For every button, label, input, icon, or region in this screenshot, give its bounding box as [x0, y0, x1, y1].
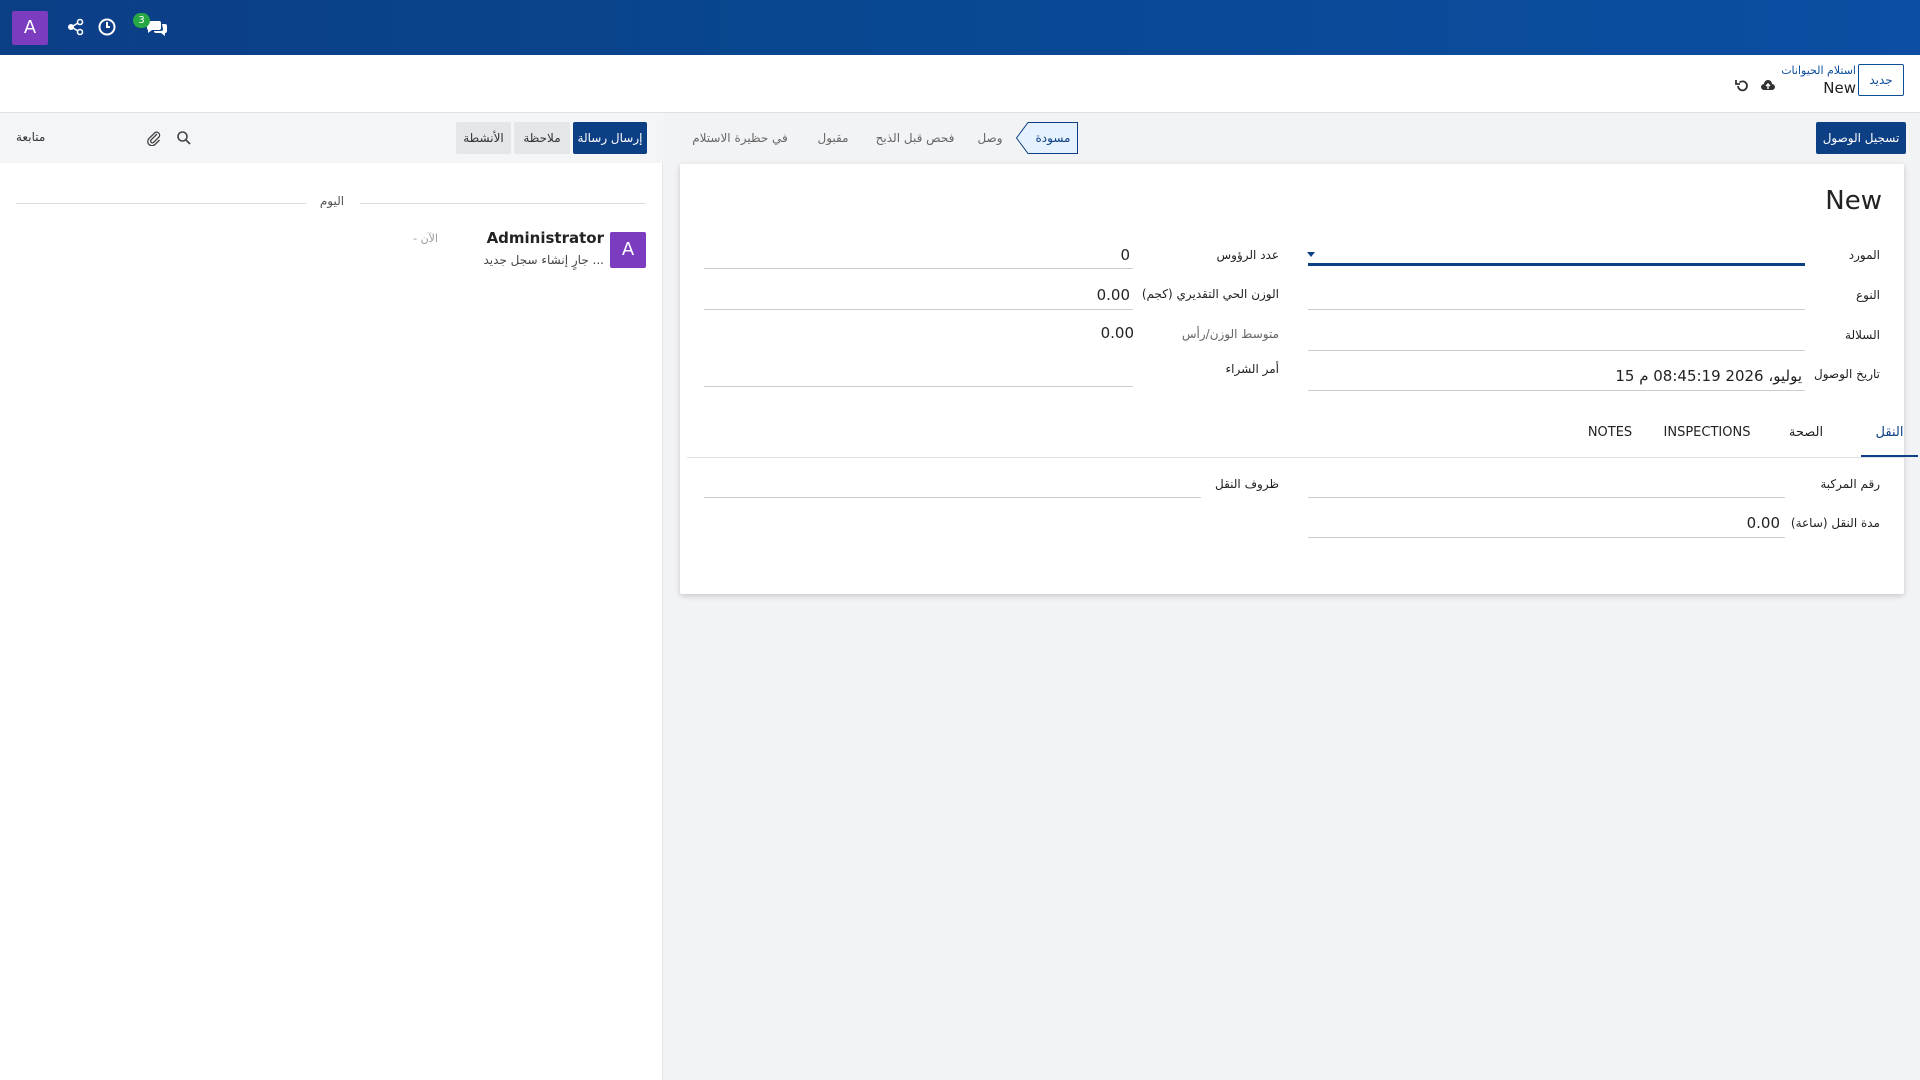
head-count-label: عدد الرؤوس	[1216, 248, 1279, 262]
chat-badge: 3	[133, 13, 150, 28]
status-bar: مسودة وصل فحص قبل الذبح مقبول في حظيرة ا…	[680, 122, 1078, 154]
purchase-order-label: أمر الشراء	[1225, 362, 1280, 376]
date-separator-line	[16, 203, 306, 204]
message-body: جارٍ إنشاء سجل جديد ...	[483, 253, 605, 267]
control-panel: جديد استلام الحيوانات New	[0, 55, 1920, 113]
breadcrumb-parent[interactable]: استلام الحيوانات	[1781, 64, 1856, 77]
clock-icon[interactable]	[97, 17, 117, 37]
live-weight-field[interactable]	[704, 309, 1133, 310]
live-weight-label: الوزن الحي التقديري (كجم)	[1141, 287, 1279, 301]
transport-duration-field[interactable]	[1308, 537, 1785, 538]
record-title: New	[1825, 186, 1882, 216]
tabs-divider	[687, 457, 1904, 458]
cloud-upload-icon[interactable]	[1760, 78, 1776, 94]
new-button[interactable]: جديد	[1858, 64, 1904, 96]
status-pre-slaughter[interactable]: فحص قبل الذبح	[870, 122, 960, 154]
message-author[interactable]: Administrator	[487, 229, 604, 247]
supplier-label: المورد	[1848, 248, 1880, 262]
purchase-order-field[interactable]	[704, 386, 1133, 387]
status-accepted[interactable]: مقبول	[808, 122, 858, 154]
arrival-date-label: تاريخ الوصول	[1814, 367, 1880, 381]
tab-health[interactable]: الصحة	[1781, 425, 1831, 440]
form-area: تسجيل الوصول مسودة وصل فحص قبل الذبح مقب…	[663, 113, 1920, 1080]
chatter-panel: إرسال رسالة ملاحظة الأنشطة متابعة اليوم …	[0, 113, 663, 1080]
paperclip-icon[interactable]	[146, 130, 162, 146]
breed-field[interactable]	[1308, 350, 1805, 351]
message-time: - الآن	[413, 232, 438, 245]
breed-label: السلالة	[1845, 328, 1880, 342]
tab-transport[interactable]: النقل	[1861, 425, 1918, 440]
form-sheet: New المورد النوع السلالة تاريخ الوصول 15…	[680, 164, 1918, 594]
date-separator-line	[360, 203, 646, 204]
status-arrived[interactable]: وصل	[970, 122, 1010, 154]
undo-icon[interactable]	[1734, 78, 1750, 94]
transport-conditions-label: ظروف النقل	[1215, 477, 1279, 491]
live-weight-value[interactable]: 0.00	[1097, 286, 1130, 304]
register-arrival-button[interactable]: تسجيل الوصول	[1816, 122, 1906, 154]
vehicle-number-label: رقم المركبة	[1820, 477, 1880, 491]
send-message-button[interactable]: إرسال رسالة	[573, 122, 647, 154]
chatter-toolbar: إرسال رسالة ملاحظة الأنشطة متابعة	[0, 113, 663, 163]
date-separator: اليوم	[319, 194, 345, 208]
type-label: النوع	[1856, 288, 1880, 302]
search-icon[interactable]	[176, 130, 192, 146]
log-note-button[interactable]: ملاحظة	[514, 122, 570, 154]
top-navbar: A 3	[0, 0, 1920, 55]
vehicle-number-field[interactable]	[1308, 497, 1785, 498]
user-avatar[interactable]: A	[12, 11, 48, 45]
activities-button[interactable]: الأنشطة	[456, 122, 511, 154]
arrival-date-field[interactable]	[1308, 390, 1805, 391]
follow-button[interactable]: متابعة	[16, 130, 45, 144]
transport-duration-value[interactable]: 0.00	[1747, 514, 1780, 532]
status-draft[interactable]: مسودة	[1030, 122, 1076, 154]
type-field[interactable]	[1308, 309, 1805, 310]
message-avatar[interactable]: A	[610, 232, 646, 268]
breadcrumb-current: New	[1823, 79, 1856, 97]
transport-duration-label: مدة النقل (ساعة)	[1790, 516, 1880, 530]
chevron-down-icon[interactable]	[1307, 252, 1315, 257]
arrival-date-value[interactable]: 15 يوليو، 2026 08:45:19 م	[1615, 367, 1802, 385]
transport-conditions-field[interactable]	[704, 497, 1201, 498]
avg-weight-value: 0.00	[1100, 324, 1134, 342]
supplier-field[interactable]	[1308, 263, 1805, 266]
share-nodes-icon[interactable]	[66, 17, 86, 37]
avg-weight-label: متوسط الوزن/رأس	[1181, 327, 1279, 341]
tab-notes[interactable]: NOTES	[1580, 425, 1640, 440]
head-count-value[interactable]: 0	[1120, 246, 1130, 264]
tab-inspections[interactable]: INSPECTIONS	[1657, 425, 1757, 440]
status-in-pen[interactable]: في حظيرة الاستلام	[680, 122, 800, 154]
head-count-field[interactable]	[704, 268, 1133, 269]
